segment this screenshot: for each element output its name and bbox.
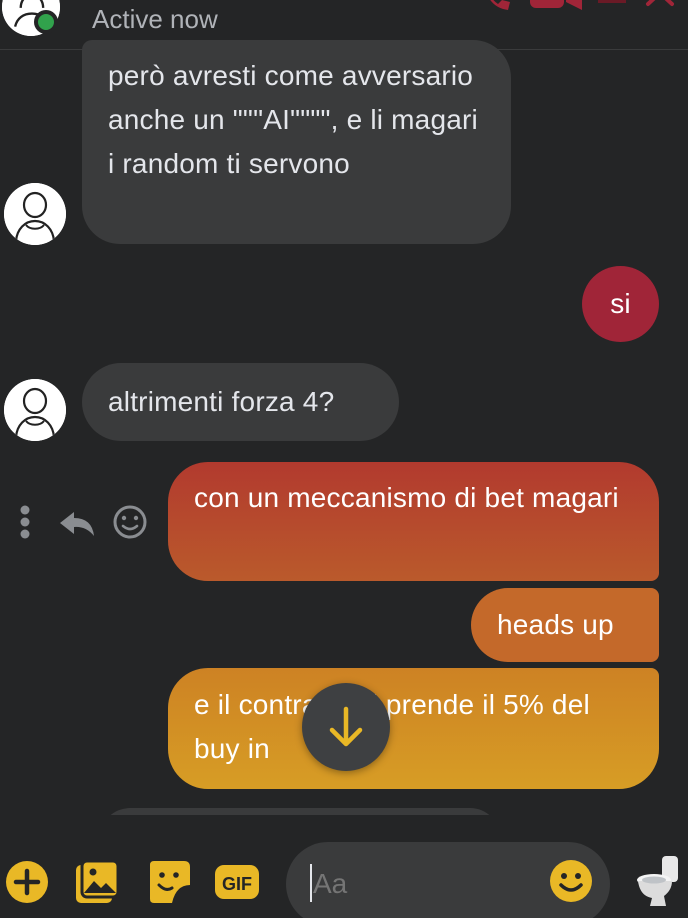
gif-label: GIF — [222, 874, 252, 894]
contact-avatar-icon — [4, 379, 66, 441]
contact-avatar-icon — [4, 183, 66, 245]
gallery-button[interactable] — [74, 859, 120, 905]
outgoing-message[interactable]: heads up — [471, 588, 659, 662]
plus-button[interactable] — [4, 859, 50, 905]
emoji-icon — [550, 860, 592, 902]
arrow-down-icon — [329, 706, 363, 747]
online-status-dot — [34, 10, 58, 34]
video-icon[interactable] — [530, 0, 582, 10]
react-icon[interactable] — [113, 505, 147, 539]
sender-avatar[interactable] — [4, 379, 66, 441]
menu-icon[interactable] — [598, 0, 626, 3]
gif-button[interactable]: GIF — [214, 859, 260, 905]
outgoing-message[interactable]: con un meccanismo di bet magari — [168, 462, 659, 581]
composer-bar: GIF — [0, 815, 688, 918]
quick-reaction-button[interactable] — [636, 854, 682, 908]
gif-icon: GIF — [215, 865, 259, 899]
incoming-message[interactable]: però avresti come avversario anche un ""… — [82, 40, 511, 244]
emoji-button[interactable] — [548, 858, 594, 904]
outgoing-message[interactable]: si — [582, 266, 659, 342]
sender-avatar[interactable] — [4, 183, 66, 245]
message-actions — [8, 500, 158, 546]
phone-icon[interactable] — [486, 0, 510, 10]
toilet-icon — [637, 856, 678, 906]
chat-screen: Active now però avresti come avversario … — [0, 0, 688, 918]
plus-icon — [6, 861, 48, 903]
sticker-button[interactable] — [146, 859, 192, 905]
sticker-icon — [150, 861, 190, 903]
message-input-box[interactable] — [286, 842, 610, 918]
header-actions — [478, 0, 688, 16]
reply-icon[interactable] — [60, 512, 94, 536]
message-input[interactable] — [313, 868, 543, 900]
scroll-to-bottom-button[interactable] — [302, 683, 390, 771]
gallery-icon — [76, 859, 120, 903]
close-icon[interactable] — [646, 0, 674, 6]
incoming-message[interactable]: altrimenti forza 4? — [82, 363, 399, 441]
outgoing-message[interactable]: e il contratto si prende il 5% del buy i… — [168, 668, 659, 789]
active-status: Active now — [92, 4, 218, 34]
text-caret — [310, 864, 312, 902]
contact-avatar[interactable] — [2, 0, 60, 36]
more-icon[interactable] — [20, 505, 30, 539]
